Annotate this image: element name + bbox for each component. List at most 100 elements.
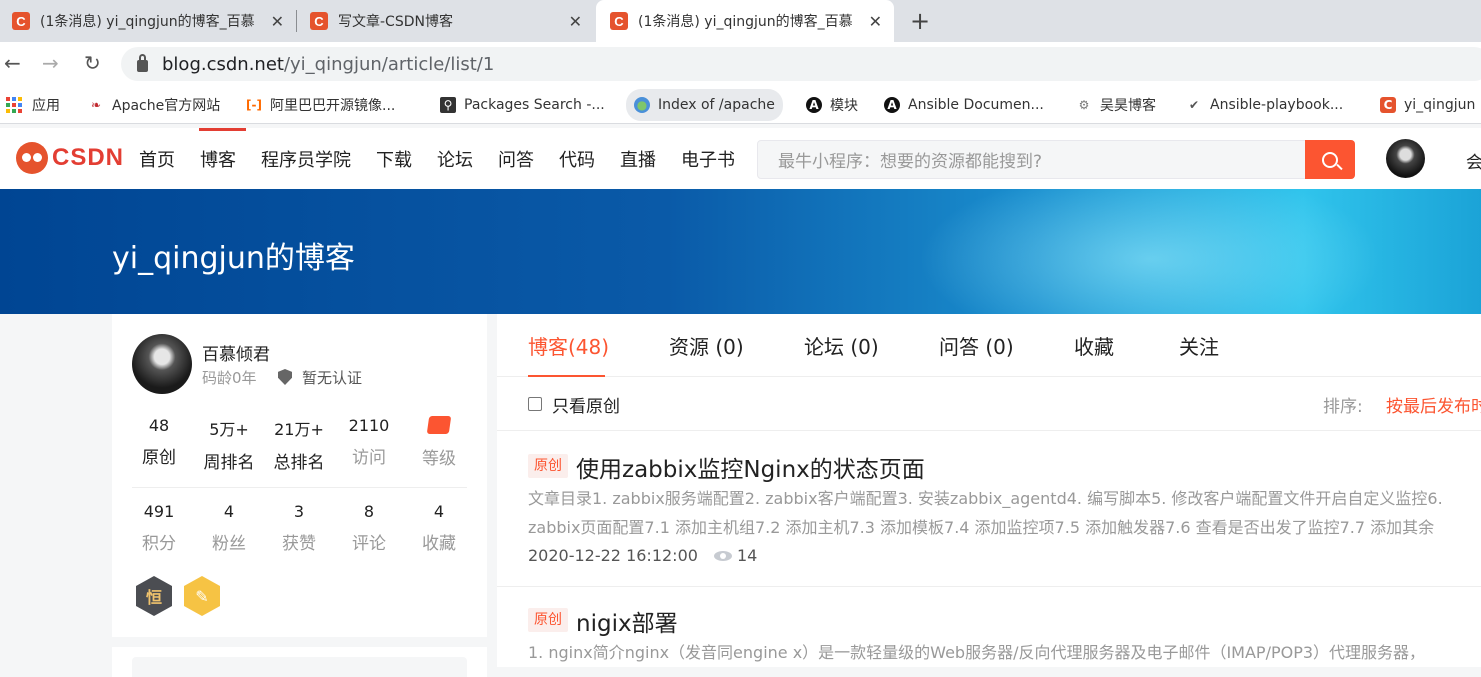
bookmark-aliyun[interactable]: [-] 阿里巴巴开源镜像... (246, 86, 395, 124)
nav-live[interactable]: 直播 (620, 146, 656, 172)
stat-total-rank[interactable]: 21万+ 总排名 (264, 416, 334, 473)
author-avatar[interactable] (132, 334, 192, 394)
stat-value: 8 (363, 502, 375, 521)
playbook-icon: ✔ (1188, 98, 1200, 112)
new-tab-button[interactable]: + (910, 7, 930, 35)
sidebar-search-input[interactable] (132, 657, 467, 677)
ansible-icon: A (806, 97, 822, 113)
stat-label: 等级 (422, 449, 456, 469)
bookmark-label: Packages Search -... (464, 97, 605, 113)
bookmark-index-apache[interactable]: ● Index of /apache (626, 89, 783, 121)
eye-icon (714, 551, 732, 561)
stat-value: 3 (293, 502, 305, 521)
bookmark-packages-search[interactable]: ⚲ Packages Search -... (440, 86, 605, 124)
stat-label: 积分 (142, 534, 176, 554)
back-arrow-icon[interactable]: ← (4, 51, 21, 75)
bookmark-apps[interactable]: 应用 (6, 86, 60, 124)
csdn-favicon-icon: C (12, 12, 30, 30)
original-tag: 原创 (528, 608, 568, 632)
browser-tab-2[interactable]: C 写文章-CSDN博客 ✕ (310, 0, 594, 42)
header-member-link[interactable]: 会 (1466, 148, 1481, 173)
csdn-icon: C (1380, 97, 1396, 113)
only-original-checkbox[interactable] (528, 397, 542, 411)
stat-level[interactable]: 等级 (404, 416, 474, 469)
stat-original[interactable]: 48 原创 (124, 416, 194, 468)
browser-tab-3-active[interactable]: C (1条消息) yi_qingjun的博客_百慕 ✕ (596, 0, 894, 42)
persistence-badge-icon[interactable]: 恒 (136, 576, 172, 616)
site-search-input[interactable]: 最牛小程序：想要的资源都能搜到? (757, 140, 1355, 179)
reload-icon[interactable]: ↻ (84, 51, 101, 75)
user-avatar[interactable] (1386, 139, 1425, 178)
address-bar[interactable]: blog.csdn.net/yi_qingjun/article/list/1 (121, 47, 1481, 81)
stat-weekly-rank[interactable]: 5万+ 周排名 (194, 416, 264, 473)
close-tab-icon[interactable]: ✕ (271, 12, 284, 31)
nav-qa[interactable]: 问答 (498, 146, 534, 172)
nav-blog[interactable]: 博客 (200, 146, 236, 172)
stat-likes[interactable]: 3 获赞 (264, 502, 334, 554)
article-views: 14 (737, 546, 758, 565)
stat-points[interactable]: 491 积分 (124, 502, 194, 554)
stats-divider (132, 487, 467, 488)
csdn-top-nav: CSDN 首页 博客 程序员学院 下载 论坛 问答 代码 直播 电子书 最牛小程… (0, 128, 1481, 189)
article-item[interactable]: 原创 nigix部署 1. nginx简介nginx（发音同engine x）是… (497, 588, 1481, 667)
bookmark-label: Ansible Documen... (908, 97, 1044, 113)
bookmark-label: Apache官方网站 (112, 98, 221, 114)
bookmark-label: 阿里巴巴开源镜像... (270, 98, 396, 114)
bookmark-label: Index of /apache (658, 97, 775, 113)
article-item[interactable]: 原创 使用zabbix监控Nginx的状态页面 文章目录1. zabbix服务端… (497, 432, 1481, 587)
writer-badge-icon[interactable]: ✎ (184, 576, 220, 616)
only-original-label[interactable]: 只看原创 (552, 392, 620, 417)
article-title[interactable]: nigix部署 (576, 604, 678, 638)
tab-forum[interactable]: 论坛 (0) (804, 331, 879, 360)
stat-value: 2110 (348, 416, 390, 435)
csdn-logo[interactable]: CSDN (16, 142, 124, 174)
tab-favorites[interactable]: 收藏 (1074, 331, 1114, 360)
search-button[interactable] (1305, 140, 1355, 179)
sidebar-search-card (112, 647, 487, 677)
bookmark-wuhao-blog[interactable]: ⚙ 吴昊博客 (1076, 86, 1156, 124)
stat-visits[interactable]: 2110 访问 (334, 416, 404, 468)
browser-tab-1[interactable]: C (1条消息) yi_qingjun的博客_百慕 ✕ (12, 0, 296, 42)
browser-toolbar: ← → ↻ blog.csdn.net/yi_qingjun/article/l… (0, 42, 1481, 86)
author-name[interactable]: 百慕倾君 (202, 340, 270, 365)
tab-following[interactable]: 关注 (1179, 331, 1219, 360)
apache-feather-icon: ❧ (90, 98, 102, 112)
close-tab-icon[interactable]: ✕ (869, 12, 882, 31)
article-desc-line1: 1. nginx简介nginx（发音同engine x）是一款轻量级的Web服务… (528, 643, 1426, 662)
tab-blog[interactable]: 博客(48) (528, 331, 609, 360)
url-path: /yi_qingjun/article/list/1 (283, 53, 495, 75)
bookmark-modules[interactable]: A 模块 (806, 86, 858, 124)
close-tab-icon[interactable]: ✕ (569, 12, 582, 31)
bookmark-label: yi_qingjun (1404, 97, 1476, 113)
stat-favorites[interactable]: 4 收藏 (404, 502, 474, 554)
stat-label: 评论 (352, 534, 386, 554)
nav-ebook[interactable]: 电子书 (681, 146, 735, 172)
stat-comments[interactable]: 8 评论 (334, 502, 404, 554)
blog-banner: yi_qingjun的博客 (0, 189, 1481, 314)
content-tabs: 博客(48) 资源 (0) 论坛 (0) 问答 (0) 收藏 关注 (497, 314, 1481, 377)
bookmark-yi-qingjun[interactable]: C yi_qingjun (1380, 86, 1475, 124)
sort-option[interactable]: 按最后发布时 (1386, 392, 1481, 417)
tab-resources[interactable]: 资源 (0) (669, 331, 744, 360)
nav-academy[interactable]: 程序员学院 (261, 146, 351, 172)
bookmark-apache[interactable]: ❧ Apache官方网站 (88, 86, 220, 124)
nav-home[interactable]: 首页 (139, 146, 175, 172)
search-icon (1322, 151, 1338, 168)
aliyun-icon: [-] (246, 98, 262, 112)
nav-code[interactable]: 代码 (559, 146, 595, 172)
tab-qa[interactable]: 问答 (0) (939, 331, 1014, 360)
nav-forum[interactable]: 论坛 (437, 146, 473, 172)
bookmark-ansible-playbook[interactable]: ✔ Ansible-playbook... (1186, 86, 1343, 124)
bookmark-label: Ansible-playbook... (1210, 97, 1344, 113)
tab-title: 写文章-CSDN博客 (338, 14, 453, 30)
nav-download[interactable]: 下载 (376, 146, 412, 172)
bookmark-label: 模块 (830, 98, 858, 114)
stat-label: 总排名 (273, 453, 325, 473)
article-title[interactable]: 使用zabbix监控Nginx的状态页面 (576, 450, 925, 484)
lock-icon (137, 54, 148, 72)
forward-arrow-icon[interactable]: → (42, 51, 59, 75)
stat-fans[interactable]: 4 粉丝 (194, 502, 264, 554)
shield-icon (278, 369, 292, 385)
browser-tab-strip: C (1条消息) yi_qingjun的博客_百慕 ✕ C 写文章-CSDN博客… (0, 0, 1481, 42)
bookmark-ansible-docs[interactable]: A Ansible Documen... (884, 86, 1044, 124)
